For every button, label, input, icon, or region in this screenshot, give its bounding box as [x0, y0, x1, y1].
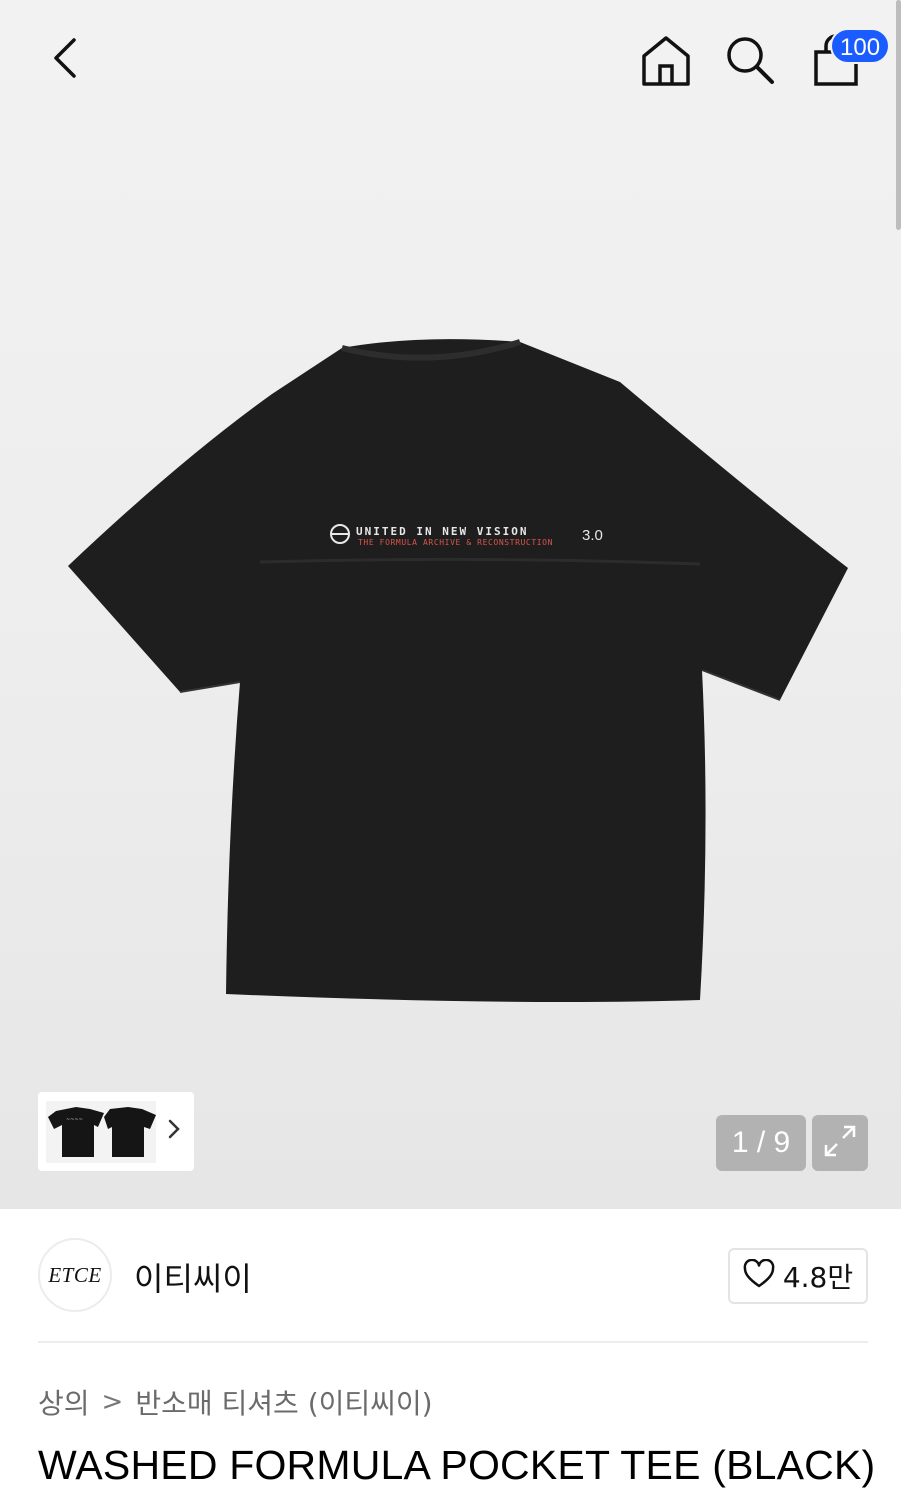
- brand-logo[interactable]: ETCE: [38, 1238, 112, 1312]
- breadcrumb-subcategory[interactable]: 반소매 티셔츠 (이티씨이): [135, 1382, 432, 1422]
- like-button[interactable]: 4.8만: [728, 1248, 868, 1304]
- product-gallery[interactable]: 100 UNITED IN NEW VISION THE FORMULA ARC…: [0, 0, 901, 1209]
- home-button[interactable]: [636, 32, 696, 92]
- expand-button[interactable]: [812, 1115, 868, 1171]
- cart-count-badge: 100: [830, 28, 891, 64]
- breadcrumb: 상의 > 반소매 티셔츠 (이티씨이): [38, 1382, 433, 1422]
- thumbnail-strip[interactable]: ~~~~: [38, 1092, 194, 1171]
- thumbnail-image[interactable]: ~~~~: [46, 1100, 156, 1163]
- divider: [38, 1341, 868, 1343]
- back-button[interactable]: [36, 30, 96, 90]
- shirt-print-version: 3.0: [582, 527, 603, 544]
- top-nav-bar: 100: [0, 0, 901, 120]
- heart-icon: [743, 1258, 775, 1294]
- product-photo: UNITED IN NEW VISION THE FORMULA ARCHIVE…: [68, 339, 848, 1002]
- brand-logo-text: ETCE: [48, 1262, 102, 1287]
- product-title: WASHED FORMULA POCKET TEE (BLACK): [38, 1442, 876, 1488]
- expand-icon: [822, 1123, 858, 1164]
- like-count: 4.8만: [782, 1261, 854, 1294]
- brand-row: ETCE 이티씨이 4.8만: [38, 1238, 868, 1314]
- svg-text:~~~~: ~~~~: [66, 1117, 83, 1123]
- search-icon: [724, 34, 776, 91]
- home-icon: [640, 34, 692, 91]
- breadcrumb-separator: >: [101, 1387, 124, 1417]
- shirt-print-line1: UNITED IN NEW VISION: [356, 525, 528, 538]
- chevron-left-icon: [46, 36, 86, 85]
- shirt-print-line2: THE FORMULA ARCHIVE & RECONSTRUCTION: [358, 538, 553, 547]
- breadcrumb-category[interactable]: 상의: [38, 1382, 90, 1422]
- brand-name[interactable]: 이티씨이: [134, 1254, 252, 1300]
- search-button[interactable]: [720, 32, 780, 92]
- chevron-right-icon[interactable]: [166, 1116, 182, 1148]
- image-counter: 1 / 9: [716, 1115, 806, 1171]
